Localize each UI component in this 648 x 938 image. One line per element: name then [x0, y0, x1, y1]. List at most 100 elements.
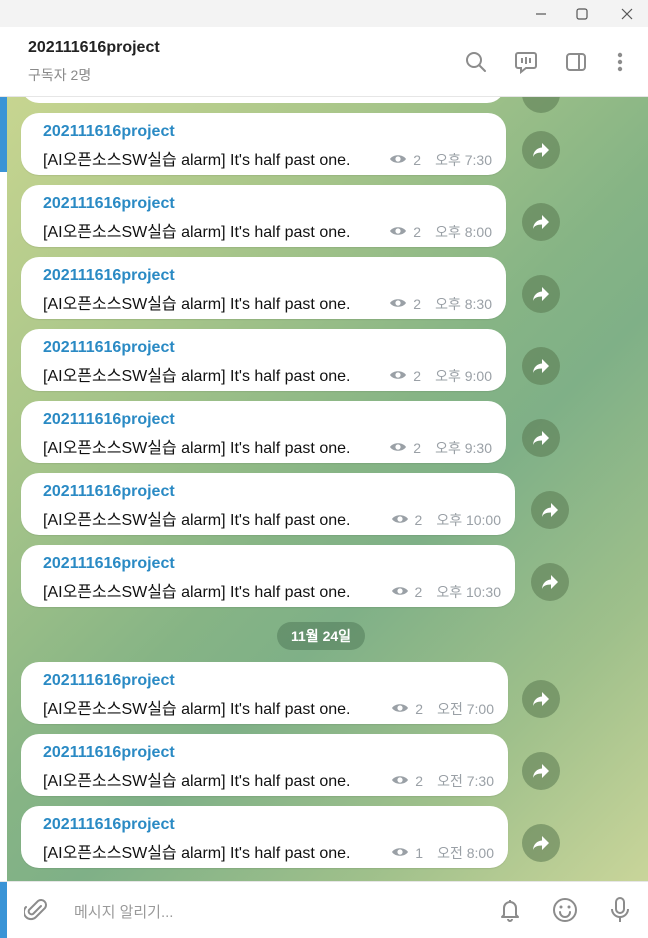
message-meta: 2 오후 10:00 — [391, 510, 501, 530]
microphone-icon[interactable] — [604, 894, 636, 926]
views-icon — [389, 440, 407, 456]
view-count: 2 — [413, 224, 422, 240]
emoji-icon[interactable] — [549, 894, 581, 926]
message-input[interactable]: 메시지 알리기... — [74, 901, 173, 922]
message-text: [AI오픈소스SW실습 alarm] It's half past one. — [43, 512, 351, 529]
date-separator: 11월 24일 — [277, 622, 366, 650]
message-time: 오후 8:00 — [435, 224, 492, 240]
message-sender[interactable]: 202111616project — [43, 555, 175, 573]
message-bubble[interactable]: 202111616project [AI오픈소스SW실습 alarm] It's… — [21, 185, 506, 247]
message-time: 오전 8:00 — [437, 845, 494, 861]
bell-icon[interactable] — [494, 894, 526, 926]
message-bubble[interactable]: 202111616project [AI오픈소스SW실습 alarm] It's… — [21, 734, 508, 796]
attach-icon[interactable] — [20, 894, 52, 926]
message-meta: 2 오후 7:30 — [389, 150, 492, 170]
sidebar-toggle-icon[interactable] — [561, 47, 591, 77]
chat-history[interactable]: 202111616project [AI오픈소스SW실습 alarm] It's… — [7, 97, 648, 881]
minimize-icon[interactable] — [523, 0, 559, 27]
message-text: [AI오픈소스SW실습 alarm] It's half past one. — [43, 224, 351, 241]
view-count: 2 — [413, 152, 422, 168]
window-title-bar — [0, 0, 648, 27]
message-time: 오전 7:00 — [437, 701, 494, 717]
message-text: [AI오픈소스SW실습 alarm] It's half past one. — [43, 368, 351, 385]
message-text: [AI오픈소스SW실습 alarm] It's half past one. — [43, 773, 351, 790]
forward-icon[interactable] — [522, 97, 560, 113]
left-accent-strip — [0, 97, 7, 881]
message-sender[interactable]: 202111616project — [43, 411, 175, 429]
message-meta: 2 오후 9:00 — [389, 366, 492, 386]
message-meta: 2 오후 8:00 — [389, 222, 492, 242]
message-composer: 메시지 알리기... — [0, 881, 648, 938]
message-bubble[interactable]: 202111616project [AI오픈소스SW실습 alarm] It's… — [21, 473, 515, 535]
views-icon — [391, 512, 409, 528]
message-meta: 2 오후 10:30 — [391, 582, 501, 602]
live-stream-icon[interactable] — [511, 47, 541, 77]
views-icon — [389, 224, 407, 240]
forward-icon[interactable] — [531, 491, 569, 529]
message-sender[interactable]: 202111616project — [43, 672, 175, 690]
message-sender[interactable]: 202111616project — [43, 816, 175, 834]
forward-icon[interactable] — [531, 563, 569, 601]
view-count: 1 — [415, 845, 424, 861]
views-icon — [389, 152, 407, 168]
forward-icon[interactable] — [522, 680, 560, 718]
message-text: [AI오픈소스SW실습 alarm] It's half past one. — [43, 296, 351, 313]
chat-header: 202111616project 구독자 2명 — [0, 27, 648, 97]
channel-title[interactable]: 202111616project — [28, 39, 160, 57]
view-count: 2 — [414, 584, 423, 600]
message-bubble[interactable]: 202111616project [AI오픈소스SW실습 alarm] It's… — [21, 329, 506, 391]
forward-icon[interactable] — [522, 419, 560, 457]
view-count: 2 — [415, 701, 424, 717]
message-sender[interactable]: 202111616project — [43, 123, 175, 141]
maximize-icon[interactable] — [564, 0, 600, 27]
close-icon[interactable] — [609, 0, 645, 27]
views-icon — [389, 368, 407, 384]
message-sender[interactable]: 202111616project — [43, 267, 175, 285]
message-text: [AI오픈소스SW실습 alarm] It's half past one. — [43, 440, 351, 457]
message-time: 오후 8:30 — [435, 296, 492, 312]
message-time: 오전 7:30 — [437, 773, 494, 789]
message-meta: 2 오전 7:00 — [391, 699, 494, 719]
view-count: 2 — [413, 440, 422, 456]
views-icon — [391, 584, 409, 600]
view-count: 2 — [413, 296, 422, 312]
message-sender[interactable]: 202111616project — [43, 744, 175, 762]
message-meta: 1 오전 8:00 — [391, 843, 494, 863]
message-sender[interactable]: 202111616project — [43, 339, 175, 357]
forward-icon[interactable] — [522, 752, 560, 790]
message-time: 오후 9:00 — [435, 368, 492, 384]
message-time: 오후 10:30 — [436, 584, 501, 600]
message-bubble[interactable]: 202111616project [AI오픈소스SW실습 alarm] It's… — [21, 401, 506, 463]
message-meta: 2 오후 9:30 — [389, 438, 492, 458]
views-icon — [389, 296, 407, 312]
forward-icon[interactable] — [522, 131, 560, 169]
message-sender[interactable]: 202111616project — [43, 195, 175, 213]
message-text: [AI오픈소스SW실습 alarm] It's half past one. — [43, 701, 351, 718]
message-sender[interactable]: 202111616project — [43, 483, 175, 501]
search-icon[interactable] — [461, 47, 491, 77]
forward-icon[interactable] — [522, 824, 560, 862]
message-text: [AI오픈소스SW실습 alarm] It's half past one. — [43, 152, 351, 169]
more-vertical-icon[interactable] — [605, 47, 635, 77]
subscriber-count: 구독자 2명 — [28, 67, 92, 83]
view-count: 2 — [414, 512, 423, 528]
message-bubble[interactable]: 202111616project [AI오픈소스SW실습 alarm] It's… — [21, 806, 508, 868]
forward-icon[interactable] — [522, 347, 560, 385]
message-bubble[interactable]: 202111616project [AI오픈소스SW실습 alarm] It's… — [21, 257, 506, 319]
forward-icon[interactable] — [522, 275, 560, 313]
view-count: 2 — [415, 773, 424, 789]
message-text: [AI오픈소스SW실습 alarm] It's half past one. — [43, 584, 351, 601]
view-count: 2 — [413, 368, 422, 384]
message-bubble[interactable]: 202111616project [AI오픈소스SW실습 alarm] It's… — [21, 545, 515, 607]
message-time: 오후 10:00 — [436, 512, 501, 528]
message-bubble[interactable]: 202111616project [AI오픈소스SW실습 alarm] It's… — [21, 662, 508, 724]
views-icon — [391, 773, 409, 789]
forward-icon[interactable] — [522, 203, 560, 241]
message-bubble[interactable]: 202111616project [AI오픈소스SW실습 alarm] It's… — [21, 113, 506, 175]
message-meta: 2 오후 8:30 — [389, 294, 492, 314]
message-text: [AI오픈소스SW실습 alarm] It's half past one. — [43, 845, 351, 862]
message-time: 오후 9:30 — [435, 440, 492, 456]
message-time: 오후 7:30 — [435, 152, 492, 168]
message-meta: 2 오전 7:30 — [391, 771, 494, 791]
views-icon — [391, 701, 409, 717]
